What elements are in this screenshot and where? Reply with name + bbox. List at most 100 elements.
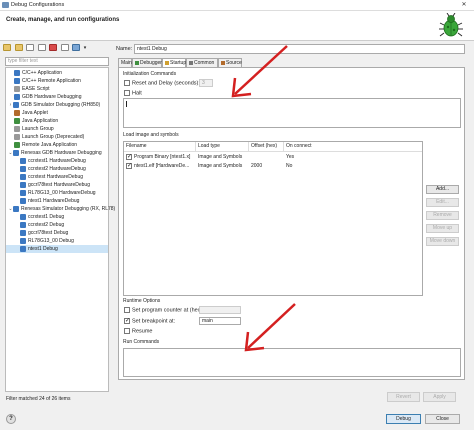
init-commands-textarea[interactable] <box>123 98 461 128</box>
tree-item[interactable]: C/C++ Application <box>6 69 108 77</box>
load-table[interactable]: Filename Load type Offset (hex) On conne… <box>123 141 423 296</box>
collapse-all-icon[interactable] <box>60 44 69 51</box>
new-prototype-icon[interactable] <box>14 44 23 51</box>
col-load-type[interactable]: Load type <box>196 142 249 151</box>
run-commands-title: Run Commands <box>123 339 160 345</box>
launch-config-icon <box>20 229 26 236</box>
tree-item-label: Launch Group <box>22 126 54 132</box>
export-icon[interactable] <box>26 44 35 51</box>
tree-item-label: RL78G13_00 HardwareDebug <box>28 190 96 196</box>
tree-item[interactable]: Remote Java Application <box>6 141 108 149</box>
dialog-header: Create, manage, and run configurations <box>0 11 474 41</box>
launch-config-icon <box>20 197 26 204</box>
launch-config-icon <box>14 77 20 84</box>
tree-item[interactable]: ccrxtest1 HardwareDebug <box>6 157 108 165</box>
chevron-down-icon[interactable]: ▾ <box>84 45 87 51</box>
tree-item-label: ccrxtest2 HardwareDebug <box>28 166 86 172</box>
help-icon[interactable]: ? <box>6 414 16 424</box>
apply-button[interactable]: Apply <box>423 392 456 402</box>
row1-checkbox[interactable] <box>126 153 132 162</box>
row1-filename: Program Binary [ntest1.x] <box>124 153 196 162</box>
annotation-arrow-bottom <box>244 303 296 352</box>
init-commands-title: Initialization Commands <box>123 71 177 77</box>
halt-checkbox[interactable] <box>124 90 130 96</box>
tree-item[interactable]: Java Application <box>6 117 108 125</box>
tree-item[interactable]: gccrl78test Debug <box>6 229 108 237</box>
tree-item[interactable]: Java Applet <box>6 109 108 117</box>
tree-item[interactable]: gccrl78test HardwareDebug <box>6 181 108 189</box>
tree-item[interactable]: EASE Script <box>6 85 108 93</box>
table-row[interactable]: Program Binary [ntest1.x] Image and Symb… <box>124 153 422 162</box>
duplicate-icon[interactable] <box>37 44 46 51</box>
tab-1[interactable]: Debugger <box>132 58 162 67</box>
col-offset[interactable]: Offset (hex) <box>249 142 284 151</box>
tab-0[interactable]: Main <box>118 58 132 67</box>
tree-item[interactable]: ⌄ Renesas GDB Hardware Debugging <box>6 149 108 157</box>
col-on-connect[interactable]: On connect <box>284 142 424 151</box>
set-breakpoint-option[interactable]: Set breakpoint at: <box>124 317 175 324</box>
launch-config-icon <box>20 237 26 244</box>
tree-item[interactable]: ccrxtest HardwareDebug <box>6 173 108 181</box>
edit-button[interactable]: Edit... <box>426 198 459 207</box>
tree-item[interactable]: Launch Group <box>6 125 108 133</box>
breakpoint-field[interactable]: main <box>199 317 241 325</box>
row2-checkbox[interactable] <box>126 162 132 171</box>
tree-item[interactable]: RL78G13_00 Debug <box>6 237 108 245</box>
tree-item[interactable]: ⌄ Renesas Simulator Debugging (RX, RL78) <box>6 205 115 213</box>
tree-item[interactable]: ccrxtest1 Debug <box>6 213 108 221</box>
tree-item-label: C/C++ Application <box>22 70 63 76</box>
move-down-button[interactable]: Move down <box>426 237 459 246</box>
tree-item[interactable]: Launch Group (Deprecated) <box>6 133 108 141</box>
tree-item[interactable]: RL78G13_00 HardwareDebug <box>6 189 108 197</box>
filter-input[interactable]: type filter text <box>5 57 109 66</box>
tab-label: Startup <box>170 60 187 66</box>
set-pc-option[interactable]: Set program counter at (hex): <box>124 307 204 313</box>
pc-field[interactable] <box>199 306 241 314</box>
revert-button[interactable]: Revert <box>387 392 420 402</box>
window-title: Debug Configurations <box>11 2 65 8</box>
tree-item[interactable]: GDB Hardware Debugging <box>6 93 108 101</box>
reset-delay-checkbox[interactable] <box>124 80 130 86</box>
tree-item[interactable]: ccrxtest2 HardwareDebug <box>6 165 108 173</box>
halt-option[interactable]: Halt <box>124 90 142 96</box>
header-title: Create, manage, and run configurations <box>6 17 120 23</box>
tree-item[interactable]: ntest1 Debug <box>6 245 108 253</box>
filter-icon[interactable] <box>72 44 81 51</box>
new-config-icon[interactable] <box>3 44 11 51</box>
tree-item[interactable]: ccrxtest2 Debug <box>6 221 108 229</box>
launch-config-icon <box>20 189 26 196</box>
move-up-button[interactable]: Move up <box>426 224 459 233</box>
reset-delay-option[interactable]: Reset and Delay (seconds): <box>124 80 200 86</box>
launch-config-icon <box>20 173 26 180</box>
col-filename[interactable]: Filename <box>124 142 196 151</box>
close-window-button[interactable]: ✕ <box>458 1 470 10</box>
tab-icon <box>165 60 169 65</box>
set-breakpoint-checkbox[interactable] <box>124 317 130 324</box>
tree-item-label: ntest1 Debug <box>28 246 58 252</box>
debug-button[interactable]: Debug <box>386 414 421 424</box>
arrow-shaft <box>247 303 296 349</box>
remove-button[interactable]: Remove <box>426 211 459 220</box>
launch-config-icon <box>20 245 26 252</box>
load-title: Load image and symbols <box>123 132 179 138</box>
tab-3[interactable]: Common <box>186 58 218 67</box>
table-row[interactable]: ntest1.elf [HardwareDe... Image and Symb… <box>124 162 422 171</box>
resume-option[interactable]: Resume <box>124 328 152 334</box>
tree-item[interactable]: › GDB Simulator Debugging (RH850) <box>6 101 108 109</box>
tree-item-label: Renesas Simulator Debugging (RX, RL78) <box>21 206 116 212</box>
tree-item-label: EASE Script <box>22 86 50 92</box>
tree-item-label: Java Applet <box>22 110 48 116</box>
reset-delay-field[interactable]: 3 <box>199 79 213 87</box>
tree-item-label: GDB Simulator Debugging (RH850) <box>21 102 101 108</box>
set-pc-checkbox[interactable] <box>124 307 130 313</box>
launch-config-icon <box>14 69 20 76</box>
launch-config-icon <box>20 165 26 172</box>
app-icon <box>2 2 9 8</box>
resume-checkbox[interactable] <box>124 328 130 334</box>
close-button[interactable]: Close <box>425 414 460 424</box>
tree-item[interactable]: C/C++ Remote Application <box>6 77 108 85</box>
delete-icon[interactable] <box>49 44 58 51</box>
tree-item[interactable]: ntest1 HardwareDebug <box>6 197 108 205</box>
add-button[interactable]: Add... <box>426 185 459 194</box>
config-tree[interactable]: C/C++ Application C/C++ Remote Applicatio… <box>5 67 115 392</box>
